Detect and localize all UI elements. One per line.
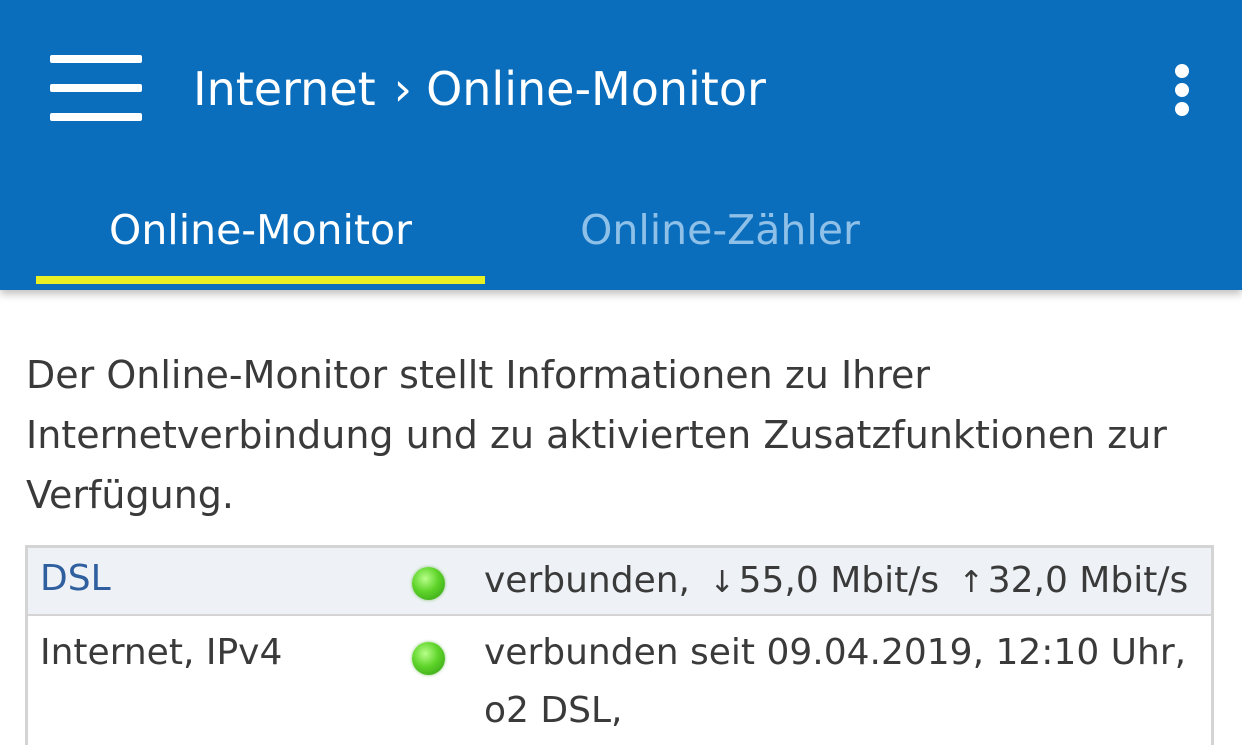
status-led-icon — [412, 567, 445, 600]
dsl-link[interactable]: DSL — [40, 558, 111, 599]
hamburger-menu-icon[interactable] — [50, 55, 142, 121]
chevron-right-icon: › — [393, 62, 413, 116]
more-vert-icon[interactable] — [1168, 62, 1196, 118]
breadcrumb-online-monitor: Online-Monitor — [426, 62, 766, 116]
internet-ipv4-status: verbunden seit 09.04.2019, 12:10 Uhr, o2… — [484, 624, 1186, 740]
internet-ipv4-label: Internet, IPv4 — [40, 632, 283, 673]
provider-text: o2 DSL, — [484, 690, 623, 731]
arrow-up-icon: ↑ — [958, 565, 984, 600]
breadcrumb-internet[interactable]: Internet — [193, 62, 376, 116]
table-row-dsl: DSL verbunden, ↓ 55,0 Mbit/s ↑ 32,0 Mbit/s — [28, 548, 1211, 616]
active-tab-indicator — [36, 276, 485, 284]
status-table: DSL verbunden, ↓ 55,0 Mbit/s ↑ 32,0 Mbit/s… — [25, 545, 1214, 756]
dsl-status: verbunden, ↓ 55,0 Mbit/s ↑ 32,0 Mbit/s — [484, 552, 1188, 612]
connection-since-text: verbunden seit 09.04.2019, 12:10 Uhr, — [484, 632, 1187, 673]
status-led-icon — [412, 642, 445, 675]
table-row-internet-ipv4: Internet, IPv4 verbunden seit 09.04.2019… — [28, 616, 1211, 756]
tab-online-zaehler[interactable]: Online-Zähler — [500, 195, 940, 265]
app-bar: Internet › Online-Monitor Online-Monitor… — [0, 0, 1242, 290]
downstream-rate: 55,0 Mbit/s — [738, 560, 940, 601]
upstream-rate: 32,0 Mbit/s — [987, 560, 1189, 601]
breadcrumb: Internet › Online-Monitor — [193, 58, 766, 120]
intro-text: Der Online-Monitor stellt Informationen … — [26, 353, 1167, 517]
tab-online-monitor[interactable]: Online-Monitor — [36, 195, 485, 265]
arrow-down-icon: ↓ — [709, 565, 735, 600]
dsl-status-text: verbunden, — [484, 560, 690, 601]
